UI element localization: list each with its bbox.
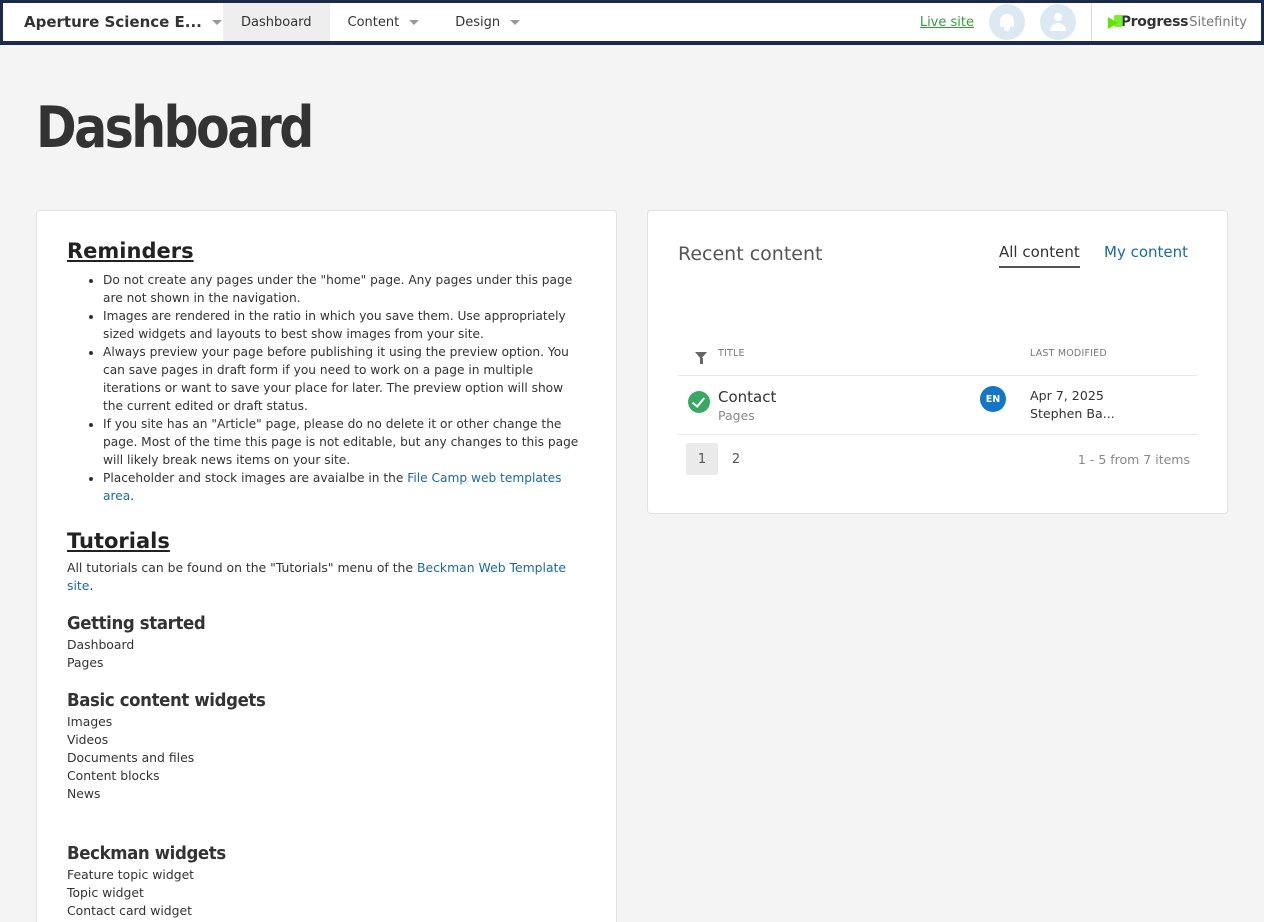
tutorials-heading: Tutorials bbox=[67, 529, 170, 553]
user-menu-button[interactable] bbox=[1040, 4, 1076, 40]
list-item: Documents and files bbox=[67, 750, 195, 765]
nav-dashboard[interactable]: Dashboard bbox=[223, 3, 330, 41]
row-type: Pages bbox=[718, 408, 755, 423]
list-item: If you site has an "Article" page, pleas… bbox=[103, 415, 586, 469]
recent-content-card: Recent content All content My content TI… bbox=[647, 210, 1228, 514]
list-item: Videos bbox=[67, 732, 109, 747]
reminders-heading: Reminders bbox=[67, 239, 194, 263]
page-2-button[interactable]: 2 bbox=[720, 443, 752, 475]
row-title-link[interactable]: Contact bbox=[718, 388, 776, 406]
notifications-button[interactable] bbox=[989, 4, 1025, 40]
chevron-down-icon bbox=[409, 19, 420, 25]
row-author: Stephen Ba... bbox=[1030, 406, 1115, 421]
list-item: Dashboard bbox=[67, 637, 135, 652]
chevron-down-icon bbox=[510, 19, 521, 25]
group-title: Basic content widgets bbox=[67, 690, 266, 711]
tutorial-group-list: Dashboard Pages bbox=[67, 636, 586, 672]
page-title: Dashboard bbox=[36, 95, 314, 161]
tutorial-group-list: Feature topic widget Topic widget Contac… bbox=[67, 866, 586, 920]
tab-my-content[interactable]: My content bbox=[1104, 243, 1188, 261]
chevron-down-icon bbox=[211, 19, 222, 25]
reminders-list: Do not create any pages under the "home"… bbox=[67, 271, 586, 505]
tutorials-intro: All tutorials can be found on the "Tutor… bbox=[67, 559, 586, 595]
list-item-suffix: . bbox=[130, 489, 135, 503]
site-selector[interactable]: Aperture Science E... bbox=[3, 3, 223, 41]
list-item: Topic widget bbox=[67, 885, 144, 900]
group-title: Getting started bbox=[67, 613, 206, 634]
tab-all-content[interactable]: All content bbox=[999, 243, 1080, 268]
live-site-link[interactable]: Live site bbox=[920, 15, 974, 30]
site-name: Aperture Science E... bbox=[24, 13, 202, 31]
progress-logo-icon bbox=[1108, 15, 1123, 29]
language-badge: EN bbox=[980, 386, 1006, 412]
list-item: Pages bbox=[67, 655, 104, 670]
row-date: Apr 7, 2025 bbox=[1030, 388, 1104, 403]
page-1-button[interactable]: 1 bbox=[686, 443, 718, 475]
divider bbox=[678, 375, 1197, 376]
nav-content-label: Content bbox=[347, 14, 400, 30]
bell-icon bbox=[999, 13, 1015, 31]
list-item: Images are rendered in the ratio in whic… bbox=[103, 307, 586, 343]
nav-design[interactable]: Design bbox=[437, 3, 538, 41]
list-item: Content blocks bbox=[67, 768, 160, 783]
list-item-text: Placeholder and stock images are avaialb… bbox=[103, 471, 408, 485]
list-item: News bbox=[67, 786, 101, 801]
divider bbox=[678, 434, 1197, 435]
tutorials-intro-text: All tutorials can be found on the "Tutor… bbox=[67, 560, 417, 575]
reminders-card: Reminders Do not create any pages under … bbox=[36, 210, 617, 922]
filter-icon[interactable] bbox=[695, 352, 707, 364]
nav-content[interactable]: Content bbox=[330, 3, 438, 41]
pagination-summary: 1 - 5 from 7 items bbox=[1077, 452, 1190, 467]
list-item: Feature topic widget bbox=[67, 867, 195, 882]
group-title: Beckman widgets bbox=[67, 843, 226, 864]
tutorial-group-list: Images Videos Documents and files Conten… bbox=[67, 713, 586, 803]
list-item: Do not create any pages under the "home"… bbox=[103, 271, 586, 307]
list-item: Contact card widget bbox=[67, 903, 193, 918]
published-check-icon bbox=[688, 391, 710, 413]
list-item: Placeholder and stock images are avaialb… bbox=[103, 469, 586, 505]
nav-design-label: Design bbox=[455, 14, 501, 30]
column-title: TITLE bbox=[718, 348, 745, 359]
column-last-modified: LAST MODIFIED bbox=[1030, 348, 1107, 359]
top-bar: Aperture Science E... Dashboard Content … bbox=[0, 0, 1264, 45]
list-item: Images bbox=[67, 714, 113, 729]
recent-content-title: Recent content bbox=[678, 243, 823, 265]
progress-logo: Progress Sitefinity bbox=[1091, 3, 1261, 41]
brand-name: Progress bbox=[1120, 14, 1189, 30]
brand-product: Sitefinity bbox=[1189, 14, 1247, 30]
user-icon bbox=[1049, 13, 1067, 31]
nav-dashboard-label: Dashboard bbox=[241, 14, 312, 30]
tutorials-intro-suffix: . bbox=[89, 578, 94, 593]
list-item: Always preview your page before publishi… bbox=[103, 343, 586, 415]
